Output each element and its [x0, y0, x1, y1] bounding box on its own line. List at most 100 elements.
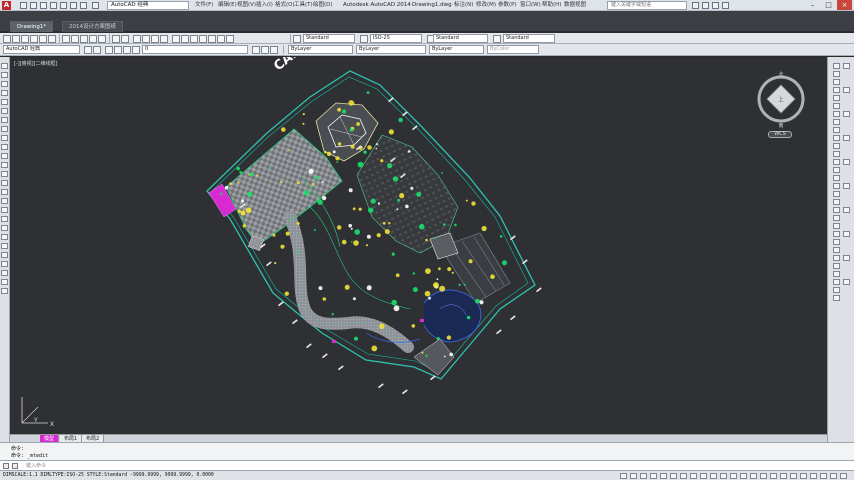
join-tool-icon[interactable]	[843, 159, 850, 165]
make-current-layer-icon[interactable]	[252, 46, 260, 54]
hatch-tool-icon[interactable]	[1, 189, 8, 195]
polyline-tool-icon[interactable]	[1, 261, 8, 267]
layer-visibility-icon[interactable]	[105, 46, 113, 54]
cut-icon[interactable]	[62, 35, 70, 43]
stretch-tool-icon[interactable]	[833, 255, 840, 261]
spline-tool-icon[interactable]	[1, 135, 8, 141]
print-icon[interactable]	[60, 2, 67, 9]
trim-tool-icon[interactable]	[833, 135, 840, 141]
rotate-tool-icon[interactable]	[843, 111, 850, 117]
menu-data-view[interactable]: 数据视图	[564, 1, 586, 10]
zoom-realtime-icon[interactable]	[142, 35, 150, 43]
menu-window[interactable]: 窗口(W)	[520, 1, 541, 10]
point-tool-icon[interactable]	[1, 180, 8, 186]
array-tool-icon[interactable]	[833, 95, 840, 101]
menu-file[interactable]: 文件(F)	[195, 1, 213, 10]
insert-block-tool-icon[interactable]	[1, 162, 8, 168]
workspace-settings-icon[interactable]	[84, 46, 92, 54]
new-file-icon[interactable]	[20, 2, 27, 9]
selection-cycling-icon[interactable]	[750, 473, 757, 479]
text-style-icon[interactable]	[293, 35, 301, 43]
plot-icon[interactable]	[30, 35, 38, 43]
tool-palettes-icon[interactable]	[190, 35, 198, 43]
match-properties-icon[interactable]	[89, 35, 97, 43]
move-tool-icon[interactable]	[833, 103, 840, 109]
quick-view-drawings-icon[interactable]	[780, 473, 787, 479]
dim-style-icon[interactable]	[360, 35, 368, 43]
menu-help[interactable]: 帮助(H)	[542, 1, 561, 10]
layer-states-icon[interactable]	[270, 46, 278, 54]
infer-constraints-icon[interactable]	[620, 473, 627, 479]
minimize-button[interactable]: –	[805, 0, 820, 10]
linetype-control-select[interactable]: ByLayer	[356, 45, 426, 54]
join-tool-icon[interactable]	[833, 287, 840, 293]
rotate-tool-icon[interactable]	[833, 239, 840, 245]
properties-icon[interactable]	[172, 35, 180, 43]
menu-edit[interactable]: 编辑(E)	[218, 1, 237, 10]
stretch-tool-icon[interactable]	[843, 255, 850, 261]
clean-screen-icon[interactable]	[840, 473, 847, 479]
preview-icon[interactable]	[39, 35, 47, 43]
viewport-controls-label[interactable]: [-][俯视][二维线框]	[14, 60, 58, 67]
save-as-icon[interactable]	[50, 2, 57, 9]
layer-lock-icon[interactable]	[123, 46, 131, 54]
layer-freeze-icon[interactable]	[114, 46, 122, 54]
layer-properties-icon[interactable]	[93, 46, 101, 54]
object-snap-tracking-icon[interactable]	[690, 473, 697, 479]
extend-tool-icon[interactable]	[833, 143, 840, 149]
transparency-icon[interactable]	[730, 473, 737, 479]
dynamic-ucs-icon[interactable]	[700, 473, 707, 479]
construction-line-tool-icon[interactable]	[1, 72, 8, 78]
erase-tool-icon[interactable]	[833, 191, 840, 197]
close-button[interactable]: ×	[837, 0, 852, 10]
copy-tool-icon[interactable]	[833, 71, 840, 77]
dim-style-select[interactable]: ISO-25	[370, 34, 422, 43]
explode-tool-icon[interactable]	[843, 183, 850, 189]
chamfer-tool-icon[interactable]	[833, 167, 840, 173]
rotate-tool-icon[interactable]	[833, 111, 840, 117]
scale-tool-icon[interactable]	[833, 119, 840, 125]
3d-osnap-icon[interactable]	[680, 473, 687, 479]
undo-icon[interactable]	[70, 2, 77, 9]
polyline-tool-icon[interactable]	[1, 81, 8, 87]
open-file-icon[interactable]	[30, 2, 37, 9]
sheet-set-icon[interactable]	[199, 35, 207, 43]
redo-icon[interactable]	[121, 35, 129, 43]
menu-format[interactable]: 格式(O)	[275, 1, 295, 10]
line-tool-icon[interactable]	[1, 243, 8, 249]
redo-icon[interactable]	[80, 2, 87, 9]
ellipse-tool-icon[interactable]	[1, 144, 8, 150]
save-icon[interactable]	[40, 2, 47, 9]
undo-icon[interactable]	[112, 35, 120, 43]
publish-icon[interactable]	[48, 35, 56, 43]
multiline-text-tool-icon[interactable]	[1, 225, 8, 231]
menu-tools[interactable]: 工具(T)	[294, 1, 313, 10]
polygon-tool-icon[interactable]	[1, 270, 8, 276]
color-control-select[interactable]: ByLayer	[288, 45, 353, 54]
break-tool-icon[interactable]	[833, 151, 840, 157]
isolate-objects-icon[interactable]	[830, 473, 837, 479]
make-block-tool-icon[interactable]	[1, 171, 8, 177]
dynamic-input-icon[interactable]	[710, 473, 717, 479]
toolbar-lock-icon[interactable]	[810, 473, 817, 479]
move-tool-icon[interactable]	[833, 231, 840, 237]
tab-drawing1[interactable]: Drawing1*	[10, 21, 54, 32]
rectangle-tool-icon[interactable]	[1, 99, 8, 105]
drawing-canvas[interactable]: CAD Y X [-][俯视][二维线框] 上 北 南 WCS	[10, 57, 827, 434]
help-search-input[interactable]: 键入关键字或短语	[607, 1, 687, 10]
line-tool-icon[interactable]	[1, 63, 8, 69]
join-tool-icon[interactable]	[833, 159, 840, 165]
search-icon[interactable]	[692, 2, 699, 9]
viewcube-icon[interactable]: 上 北 南	[753, 71, 809, 131]
quick-view-layouts-icon[interactable]	[770, 473, 777, 479]
hardware-acceleration-icon[interactable]	[820, 473, 827, 479]
menu-dimension[interactable]: 标注(N)	[454, 1, 473, 10]
object-snap-icon[interactable]	[670, 473, 677, 479]
stretch-tool-icon[interactable]	[833, 127, 840, 133]
break-tool-icon[interactable]	[833, 279, 840, 285]
save-icon[interactable]	[21, 35, 29, 43]
mleader-style-select[interactable]: Standard	[503, 34, 555, 43]
annotation-scale-icon[interactable]	[790, 473, 797, 479]
offset-tool-icon[interactable]	[843, 87, 850, 93]
move-tool-icon[interactable]	[843, 231, 850, 237]
